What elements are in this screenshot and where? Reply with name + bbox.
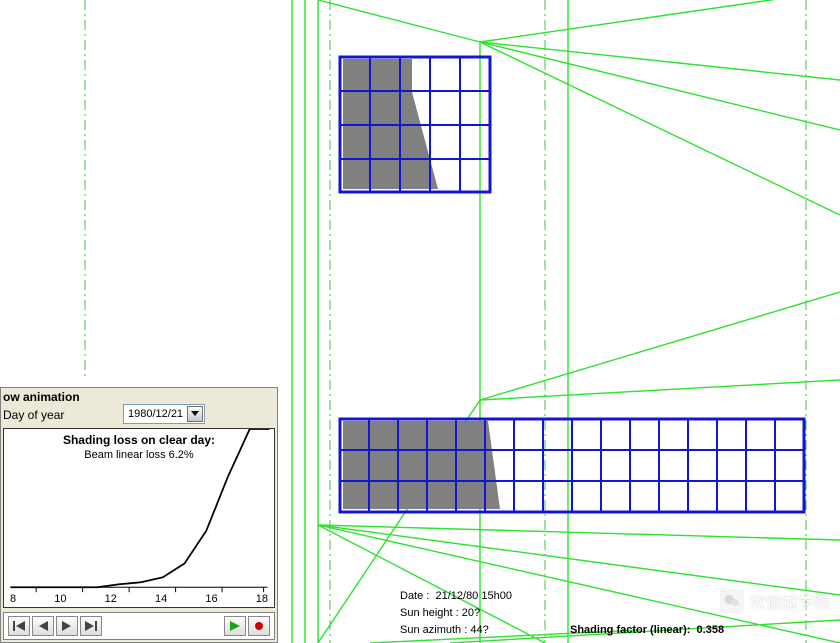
animation-panel: ow animation Day of year 1980/12/21 Shad… xyxy=(0,387,278,643)
watermark-text: 坎德拉学院 xyxy=(750,589,830,613)
pv-array-lower xyxy=(340,419,804,512)
status-shading-factor: Shading factor (linear): 0.358 xyxy=(570,624,724,636)
watermark: 坎德拉学院 xyxy=(720,589,830,613)
status-sun-height: Sun height : 20? xyxy=(400,607,480,619)
record-button[interactable] xyxy=(248,616,270,636)
step-back-button[interactable] xyxy=(32,616,54,636)
panel-title: ow animation xyxy=(3,390,80,404)
dropdown-value: 1980/12/21 xyxy=(128,408,183,420)
fast-forward-button[interactable] xyxy=(80,616,102,636)
play-button[interactable] xyxy=(224,616,246,636)
chart-curve xyxy=(4,429,274,607)
step-forward-button[interactable] xyxy=(56,616,78,636)
wechat-icon xyxy=(720,589,744,613)
status-sun-azimuth: Sun azimuth : 44? xyxy=(400,624,489,636)
pv-array-upper xyxy=(340,57,490,192)
chart-x-ticks: 8 10 12 14 16 18 xyxy=(4,593,274,605)
player-toolbar xyxy=(3,612,275,640)
rewind-button[interactable] xyxy=(8,616,30,636)
day-of-year-label: Day of year xyxy=(3,408,64,422)
day-of-year-dropdown[interactable]: 1980/12/21 xyxy=(123,404,205,424)
shading-loss-chart: Shading loss on clear day: Beam linear l… xyxy=(3,428,275,608)
status-date: Date : 21/12/80 15h00 xyxy=(400,590,512,602)
chevron-down-icon[interactable] xyxy=(187,406,203,422)
